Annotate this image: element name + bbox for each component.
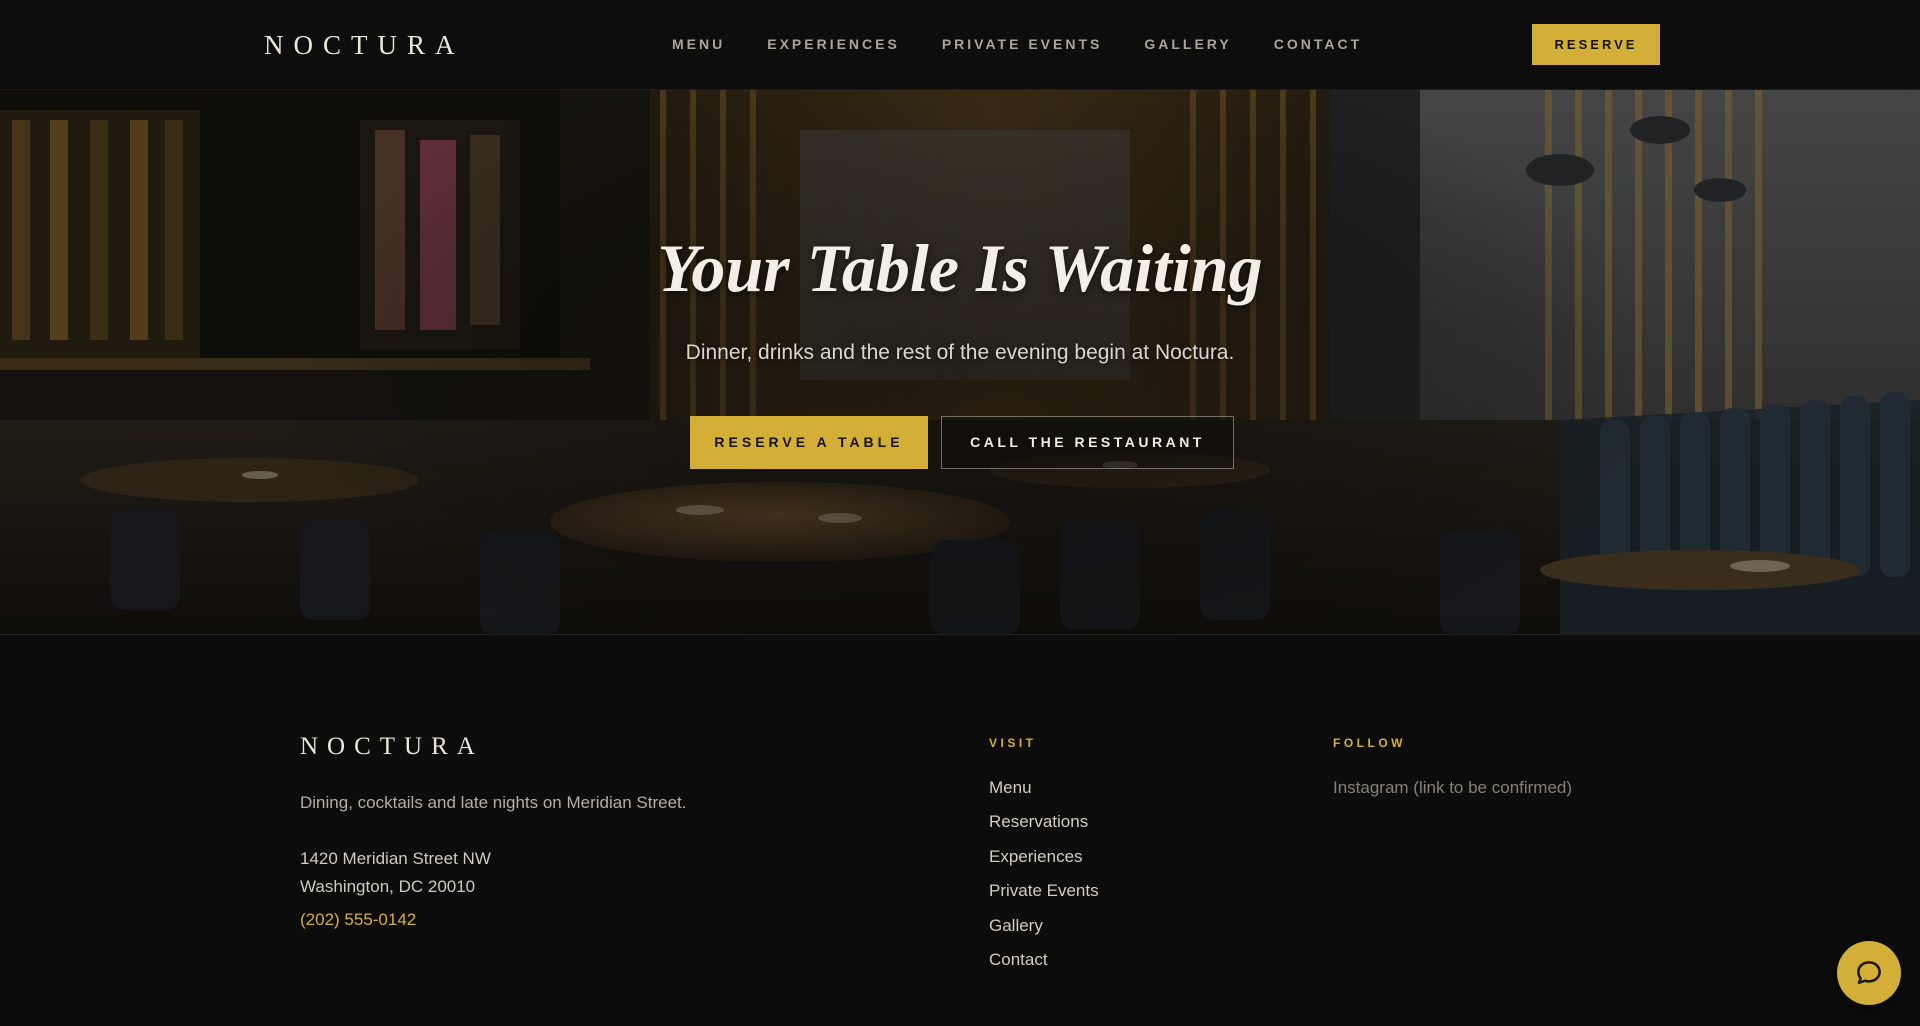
hero-section: Your Table Is Waiting Dinner, drinks and…: [0, 90, 1920, 635]
nav-experiences[interactable]: EXPERIENCES: [767, 36, 900, 52]
visit-links: Menu Reservations Experiences Private Ev…: [989, 778, 1099, 984]
call-restaurant-button[interactable]: CALL THE RESTAURANT: [941, 416, 1234, 469]
list-item: Private Events: [989, 881, 1099, 915]
list-item: Contact: [989, 950, 1099, 984]
nav-private-events[interactable]: PRIVATE EVENTS: [942, 36, 1103, 52]
list-item: Reservations: [989, 812, 1099, 846]
footer-link-contact[interactable]: Contact: [989, 950, 1048, 969]
phone-link[interactable]: (202) 555-0142: [300, 910, 416, 930]
footer-tagline: Dining, cocktails and late nights on Mer…: [300, 793, 687, 812]
site-header: NOCTURA MENU EXPERIENCES PRIVATE EVENTS …: [0, 0, 1920, 90]
address-line-1: 1420 Meridian Street NW: [300, 849, 491, 868]
address-line-2: Washington, DC 20010: [300, 877, 476, 896]
nav-contact[interactable]: CONTACT: [1274, 36, 1362, 52]
chat-bubble-icon: [1857, 961, 1881, 984]
footer-logo[interactable]: NOCTURA: [300, 732, 484, 762]
footer-link-private-events[interactable]: Private Events: [989, 881, 1099, 900]
nav-gallery[interactable]: GALLERY: [1144, 36, 1231, 52]
reserve-table-button[interactable]: RESERVE A TABLE: [690, 416, 928, 469]
list-item: Experiences: [989, 847, 1099, 881]
footer-link-gallery[interactable]: Gallery: [989, 916, 1043, 935]
chat-button[interactable]: [1837, 941, 1901, 1005]
follow-heading: FOLLOW: [1333, 736, 1406, 750]
reserve-button[interactable]: RESERVE: [1532, 24, 1660, 65]
footer-link-menu[interactable]: Menu: [989, 778, 1032, 797]
site-footer: NOCTURA Dining, cocktails and late night…: [0, 636, 1920, 1026]
footer-link-experiences[interactable]: Experiences: [989, 847, 1083, 866]
hero-subtitle: Dinner, drinks and the rest of the eveni…: [685, 341, 1235, 364]
list-item: Gallery: [989, 916, 1099, 950]
nav-menu[interactable]: MENU: [672, 36, 725, 52]
hero-title: Your Table Is Waiting: [657, 230, 1263, 306]
main-nav: MENU EXPERIENCES PRIVATE EVENTS GALLERY …: [672, 36, 1404, 52]
instagram-placeholder: Instagram (link to be confirmed): [1333, 778, 1573, 797]
logo[interactable]: NOCTURA: [264, 28, 465, 62]
list-item: Menu: [989, 778, 1099, 812]
visit-heading: VISIT: [989, 736, 1037, 750]
footer-address: 1420 Meridian Street NW Washington, DC 2…: [300, 845, 491, 901]
footer-link-reservations[interactable]: Reservations: [989, 812, 1088, 831]
